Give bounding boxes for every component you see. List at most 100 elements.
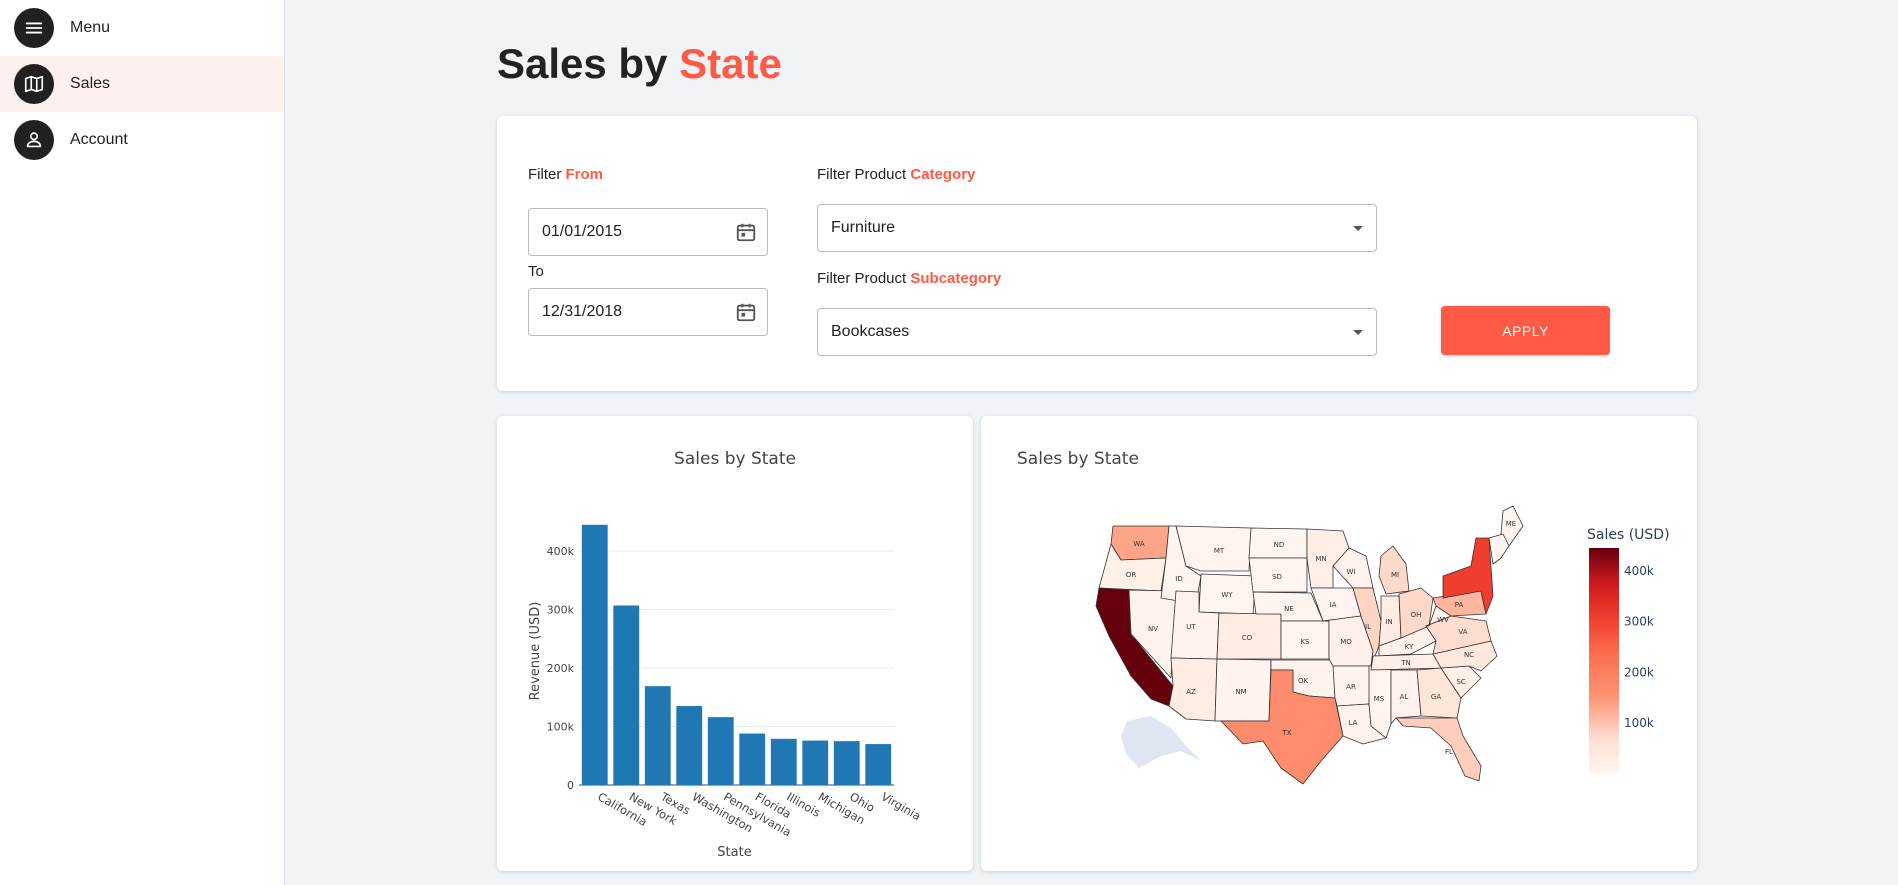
- subcategory-select-value: Bookcases: [831, 323, 910, 340]
- to-date-value: 12/31/2018: [542, 303, 623, 320]
- state-label: ME: [1506, 520, 1516, 528]
- sidebar-item-label: Menu: [70, 19, 111, 36]
- state-label: NM: [1235, 688, 1246, 696]
- sidebar-item-account[interactable]: Account: [0, 112, 284, 168]
- state-label: MS: [1374, 695, 1385, 703]
- chevron-down-icon: [1353, 226, 1363, 231]
- state-label: NC: [1464, 651, 1474, 659]
- state-label: WV: [1437, 616, 1449, 624]
- state-label: KY: [1405, 643, 1414, 651]
- sidebar-item-label: Account: [70, 131, 128, 148]
- y-tick-label: 0: [567, 779, 574, 792]
- state-label: OR: [1126, 571, 1137, 579]
- filter-from-label-accent: From: [565, 166, 604, 183]
- x-tick-label: Illinois: [784, 789, 823, 819]
- state-label: MO: [1340, 638, 1352, 646]
- menu-icon: [14, 8, 54, 48]
- bar[interactable]: [770, 738, 797, 785]
- bar[interactable]: [644, 686, 671, 785]
- state-label: MI: [1391, 571, 1399, 579]
- bar[interactable]: [865, 744, 892, 785]
- bar[interactable]: [739, 733, 766, 785]
- x-tick-label: Virginia: [879, 789, 924, 823]
- apply-button[interactable]: APPLY: [1441, 306, 1610, 355]
- state-label: IN: [1385, 618, 1392, 626]
- state-label: WY: [1221, 591, 1233, 599]
- category-select-value: Furniture: [831, 219, 896, 236]
- filter-from-label-text: Filter: [528, 166, 562, 183]
- state-label: FL: [1445, 748, 1453, 756]
- state-label: SC: [1456, 678, 1465, 686]
- state-label: AZ: [1186, 688, 1196, 696]
- state-label: PA: [1455, 601, 1464, 609]
- page-title: Sales by State: [497, 40, 782, 88]
- state-label: ID: [1175, 575, 1182, 583]
- state-label: NV: [1148, 625, 1158, 633]
- page-title-prefix: Sales by: [497, 40, 668, 87]
- y-tick-label: 200k: [547, 662, 575, 675]
- choropleth-map: WA OR NV ID MT WY UT AZ CO NM ND SD NE KS OK TX MN IA MO AR…: [1095, 505, 1670, 785]
- state-label: WI: [1347, 568, 1356, 576]
- y-tick-label: 100k: [547, 721, 575, 734]
- state-label: TX: [1281, 729, 1291, 737]
- subcategory-select[interactable]: Bookcases: [817, 308, 1377, 356]
- filter-category-label: Filter Product Category: [817, 166, 975, 183]
- state-label: ND: [1274, 541, 1285, 549]
- bar[interactable]: [676, 706, 703, 785]
- colorbar-title: Sales (USD): [1587, 527, 1670, 543]
- sidebar: Menu Sales Account: [0, 0, 285, 885]
- calendar-icon[interactable]: [735, 221, 757, 243]
- map-icon: [14, 64, 54, 104]
- state-fl[interactable]: [1395, 717, 1482, 782]
- colorbar-tick: 300k: [1624, 615, 1654, 629]
- y-axis-title: Revenue (USD): [528, 602, 543, 701]
- account-icon: [14, 120, 54, 160]
- state-label: WA: [1133, 540, 1145, 548]
- state-label: MT: [1214, 547, 1225, 555]
- state-ak: [1121, 716, 1201, 768]
- category-select[interactable]: Furniture: [817, 204, 1377, 252]
- y-tick-label: 300k: [547, 604, 575, 617]
- bar-chart: 0100k200k300k400kCaliforniaNew YorkTexas…: [528, 524, 924, 860]
- filter-subcategory-label-text: Filter Product: [817, 270, 907, 287]
- state-label: AR: [1346, 683, 1356, 691]
- bar[interactable]: [613, 605, 640, 785]
- from-date-input[interactable]: 01/01/2015: [528, 208, 768, 256]
- map-chart-card: Sales by State WA OR NV ID MT WY UT AZ CO NM ND SD N…: [981, 416, 1697, 871]
- sidebar-item-label: Sales: [70, 75, 111, 92]
- state-label: UT: [1186, 623, 1196, 631]
- filter-to-label: To: [528, 263, 544, 280]
- bar[interactable]: [581, 524, 608, 785]
- state-label: CO: [1242, 634, 1253, 642]
- filter-category-label-text: Filter Product: [817, 166, 907, 183]
- filter-card: Filter From 01/01/2015 To 12/31/2018 Fil…: [497, 116, 1697, 391]
- filter-subcategory-label: Filter Product Subcategory: [817, 270, 1001, 287]
- filter-from-label: Filter From: [528, 166, 603, 183]
- x-axis-title: State: [717, 845, 751, 860]
- bar[interactable]: [707, 717, 734, 785]
- bar-chart-card: Sales by State 0 100k 200k 300k 400k Californ…: [497, 416, 973, 871]
- bar[interactable]: [802, 740, 829, 785]
- state-label: NE: [1284, 605, 1294, 613]
- filter-category-label-accent: Category: [910, 166, 976, 183]
- page-title-accent: State: [679, 40, 782, 87]
- state-label: AL: [1400, 693, 1409, 701]
- sidebar-item-sales[interactable]: Sales: [0, 56, 284, 112]
- from-date-value: 01/01/2015: [542, 223, 623, 240]
- colorbar-tick: 100k: [1624, 716, 1654, 730]
- y-tick-label: 400k: [547, 545, 575, 558]
- calendar-icon[interactable]: [735, 301, 757, 323]
- chevron-down-icon: [1353, 330, 1363, 335]
- sidebar-item-menu[interactable]: Menu: [0, 0, 284, 56]
- bar[interactable]: [833, 741, 860, 785]
- colorbar: [1589, 548, 1619, 774]
- state-label: OK: [1298, 677, 1309, 685]
- state-label: VA: [1458, 628, 1467, 636]
- state-label: LA: [1349, 719, 1358, 727]
- state-label: MN: [1315, 555, 1326, 563]
- state-label: TN: [1400, 659, 1411, 667]
- colorbar-tick: 400k: [1624, 564, 1654, 578]
- state-label: SD: [1272, 573, 1282, 581]
- state-mi[interactable]: [1378, 545, 1410, 595]
- to-date-input[interactable]: 12/31/2018: [528, 288, 768, 336]
